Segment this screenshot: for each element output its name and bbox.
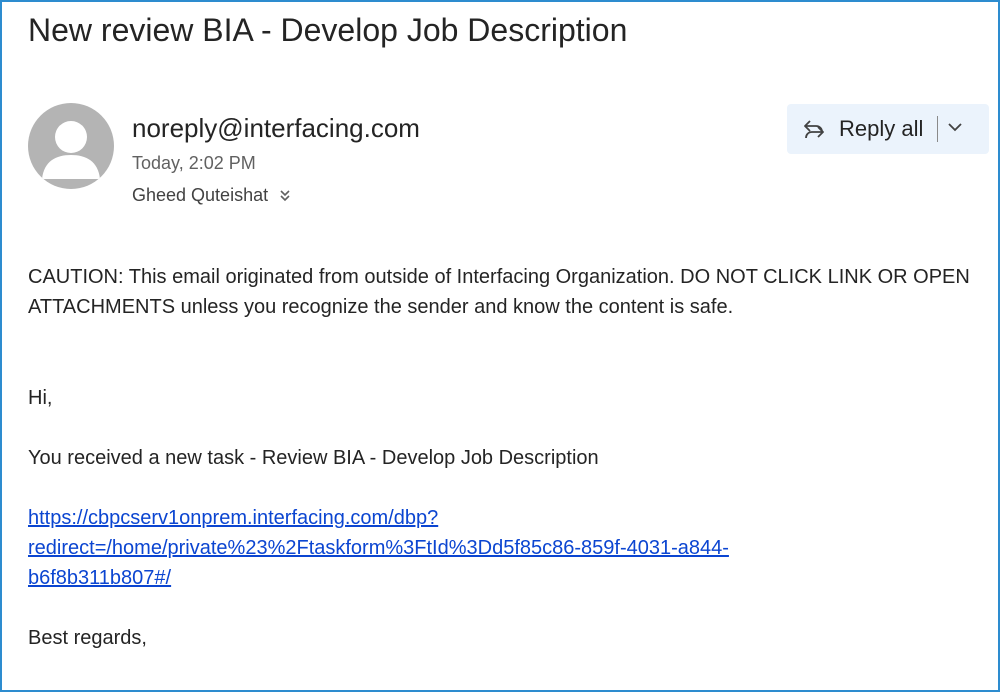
recipient-row[interactable]: Gheed Quteishat	[132, 185, 292, 206]
external-caution-banner: CAUTION: This email originated from outs…	[28, 266, 970, 318]
recipient-name: Gheed Quteishat	[132, 185, 269, 205]
sender-address[interactable]: noreply@interfacing.com	[132, 113, 420, 144]
greeting-text: Hi,	[28, 387, 53, 409]
signoff-text: Best regards,	[28, 627, 147, 649]
task-link-line: https://cbpcserv1onprem.interfacing.com/…	[28, 507, 439, 529]
person-avatar-icon[interactable]	[28, 103, 114, 189]
email-reading-pane: New review BIA - Develop Job Description…	[0, 0, 1000, 692]
task-link-line: b6f8b311b807#/	[28, 567, 172, 589]
double-chevron-down-icon[interactable]	[278, 189, 292, 203]
reply-all-button-group: Reply all	[787, 104, 989, 154]
sent-time: Today, 2:02 PM	[132, 153, 256, 173]
email-subject: New review BIA - Develop Job Description	[28, 12, 628, 48]
reply-all-label: Reply all	[839, 116, 924, 141]
reply-options-dropdown[interactable]	[938, 104, 972, 154]
reply-all-icon	[801, 116, 827, 142]
reply-all-button[interactable]: Reply all	[787, 104, 923, 154]
task-notification-text: You received a new task - Review BIA - D…	[28, 447, 599, 469]
task-link-line: redirect=/home/private%23%2Ftaskform%3Ft…	[28, 537, 729, 559]
task-link[interactable]: https://cbpcserv1onprem.interfacing.com/…	[28, 503, 729, 593]
chevron-down-icon	[946, 118, 964, 141]
